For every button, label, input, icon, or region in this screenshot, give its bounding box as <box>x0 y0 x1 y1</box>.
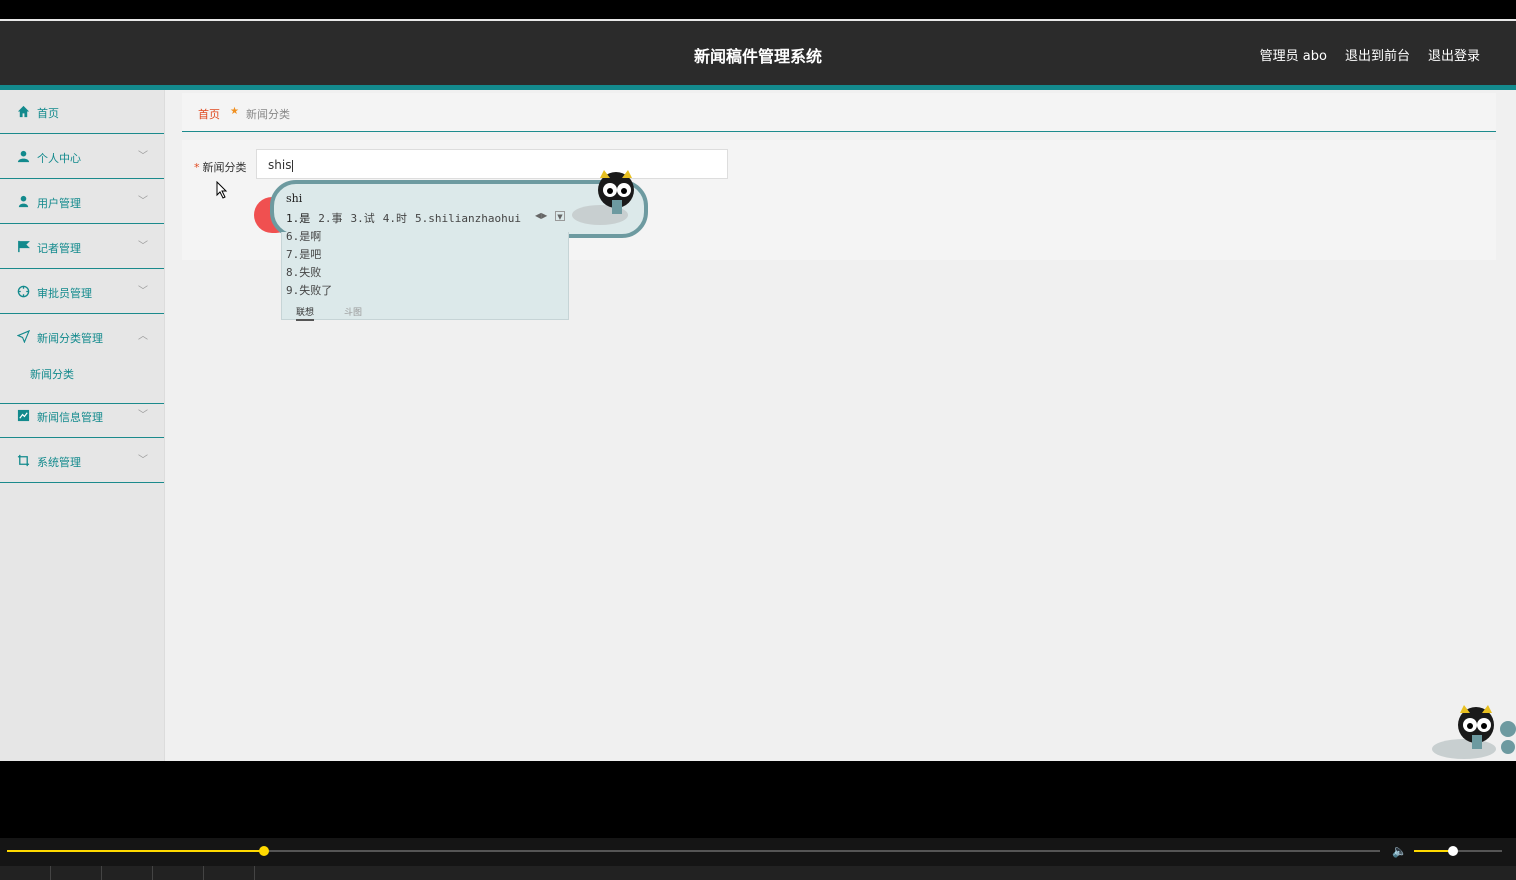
sidebar-item-label: 记者管理 <box>37 242 81 255</box>
header-actions: 管理员 abo 退出到前台 退出登录 <box>1260 45 1480 64</box>
flag-icon <box>18 240 30 253</box>
ime-candidate[interactable]: 1.是 <box>286 212 310 225</box>
category-input-value: shis <box>268 158 292 172</box>
sidebar-item-label: 新闻信息管理 <box>37 411 103 424</box>
sidebar-item-label: 审批员管理 <box>37 287 92 300</box>
volume-fill <box>1414 850 1453 852</box>
sidebar-item-system-management[interactable]: 系统管理 ﹀ <box>0 439 164 483</box>
ime-candidate[interactable]: 4.时 <box>383 212 407 225</box>
category-field-label: * 新闻分类 <box>194 159 247 175</box>
required-mark: * <box>194 161 200 174</box>
chart-icon <box>17 409 30 422</box>
admin-username[interactable]: 管理员 abo <box>1260 45 1327 64</box>
chevron-down-icon: ﹀ <box>138 286 148 297</box>
taskbar-item[interactable] <box>51 866 102 880</box>
sidebar-item-label: 系统管理 <box>37 456 81 469</box>
chevron-down-icon: ﹀ <box>138 410 148 421</box>
ime-candidate[interactable]: 3.试 <box>351 212 375 225</box>
sidebar-item-home[interactable]: 首页 <box>0 90 164 134</box>
ime-page-arrows-icon[interactable]: ◀▶ <box>535 211 547 220</box>
send-icon <box>17 330 30 343</box>
app-header: 新闻稿件管理系统 管理员 abo 退出到前台 退出登录 <box>0 21 1516 85</box>
breadcrumb-current: 新闻分类 <box>246 108 290 121</box>
taskbar-item[interactable] <box>0 866 51 880</box>
ime-candidate[interactable]: 7.是吧 <box>286 246 321 262</box>
sidebar-item-news-category-management[interactable]: 新闻分类管理 ︿ <box>0 315 164 404</box>
exit-to-front-link[interactable]: 退出到前台 <box>1345 45 1410 64</box>
breadcrumb-separator-icon: ★ <box>230 106 239 117</box>
sidebar: 首页 个人中心 ﹀ 用户管理 ﹀ 记者管理 ﹀ 审批员管理 ﹀ 新闻分类管理 ︿… <box>0 90 165 761</box>
logout-link[interactable]: 退出登录 <box>1428 45 1480 64</box>
ime-tab-sticker[interactable]: 斗图 <box>344 305 362 318</box>
taskbar-item[interactable] <box>204 866 255 880</box>
chevron-down-icon: ﹀ <box>138 241 148 252</box>
chevron-down-icon: ﹀ <box>138 455 148 466</box>
users-icon <box>18 195 29 208</box>
breadcrumb: 首页 ★ 新闻分类 <box>182 93 1496 132</box>
taskbar-item[interactable] <box>102 866 153 880</box>
sidebar-item-news-info-management[interactable]: 新闻信息管理 ﹀ <box>0 394 164 438</box>
sidebar-item-label: 新闻分类管理 <box>37 332 103 345</box>
breadcrumb-home-link[interactable]: 首页 <box>198 106 220 122</box>
ime-candidate-row: 1.是 2.事 3.试 4.时 5.shilianzhaohui <box>286 210 529 226</box>
chevron-up-icon: ︿ <box>138 331 148 342</box>
user-icon <box>17 150 30 163</box>
category-label-text: 新闻分类 <box>202 161 247 174</box>
ime-mascot-icon <box>572 170 634 225</box>
mouse-cursor-icon <box>216 181 228 199</box>
sidebar-item-reporter-management[interactable]: 记者管理 ﹀ <box>0 225 164 269</box>
ime-candidate[interactable]: 5.shilianzhaohui <box>415 212 521 225</box>
progress-fill <box>7 850 264 852</box>
ime-expand-icon[interactable]: ▼ <box>555 211 565 221</box>
sidebar-item-label: 用户管理 <box>37 197 81 210</box>
sidebar-item-user-management[interactable]: 用户管理 ﹀ <box>0 180 164 224</box>
progress-handle[interactable] <box>258 846 269 856</box>
taskbar-item[interactable] <box>153 866 204 880</box>
ime-candidate[interactable]: 8.失败 <box>286 264 321 280</box>
ime-candidate[interactable]: 9.失败了 <box>286 282 332 298</box>
sidebar-item-approver-management[interactable]: 审批员管理 ﹀ <box>0 270 164 314</box>
sidebar-item-label: 首页 <box>37 107 59 120</box>
target-icon <box>17 285 30 298</box>
volume-handle[interactable] <box>1447 846 1458 856</box>
sidebar-subitem-news-category[interactable]: 新闻分类 <box>30 366 74 382</box>
category-input[interactable]: shis <box>256 149 728 179</box>
video-controls <box>0 838 1516 866</box>
corner-mascot-icon <box>1432 705 1516 759</box>
sidebar-item-personal-center[interactable]: 个人中心 ﹀ <box>0 135 164 179</box>
home-icon <box>17 105 30 118</box>
text-caret <box>292 159 294 172</box>
volume-icon[interactable]: 🔈 <box>1392 844 1407 858</box>
ime-candidate[interactable]: 6.是啊 <box>286 228 321 244</box>
ime-candidate-list <box>281 232 569 320</box>
crop-icon <box>17 454 30 467</box>
chevron-down-icon: ﹀ <box>138 196 148 207</box>
chevron-down-icon: ﹀ <box>138 151 148 162</box>
ime-candidate[interactable]: 2.事 <box>318 212 342 225</box>
sidebar-item-label: 个人中心 <box>37 152 81 165</box>
ime-pinyin-input: shi <box>286 192 303 205</box>
ime-tab-association[interactable]: 联想 <box>296 305 315 321</box>
